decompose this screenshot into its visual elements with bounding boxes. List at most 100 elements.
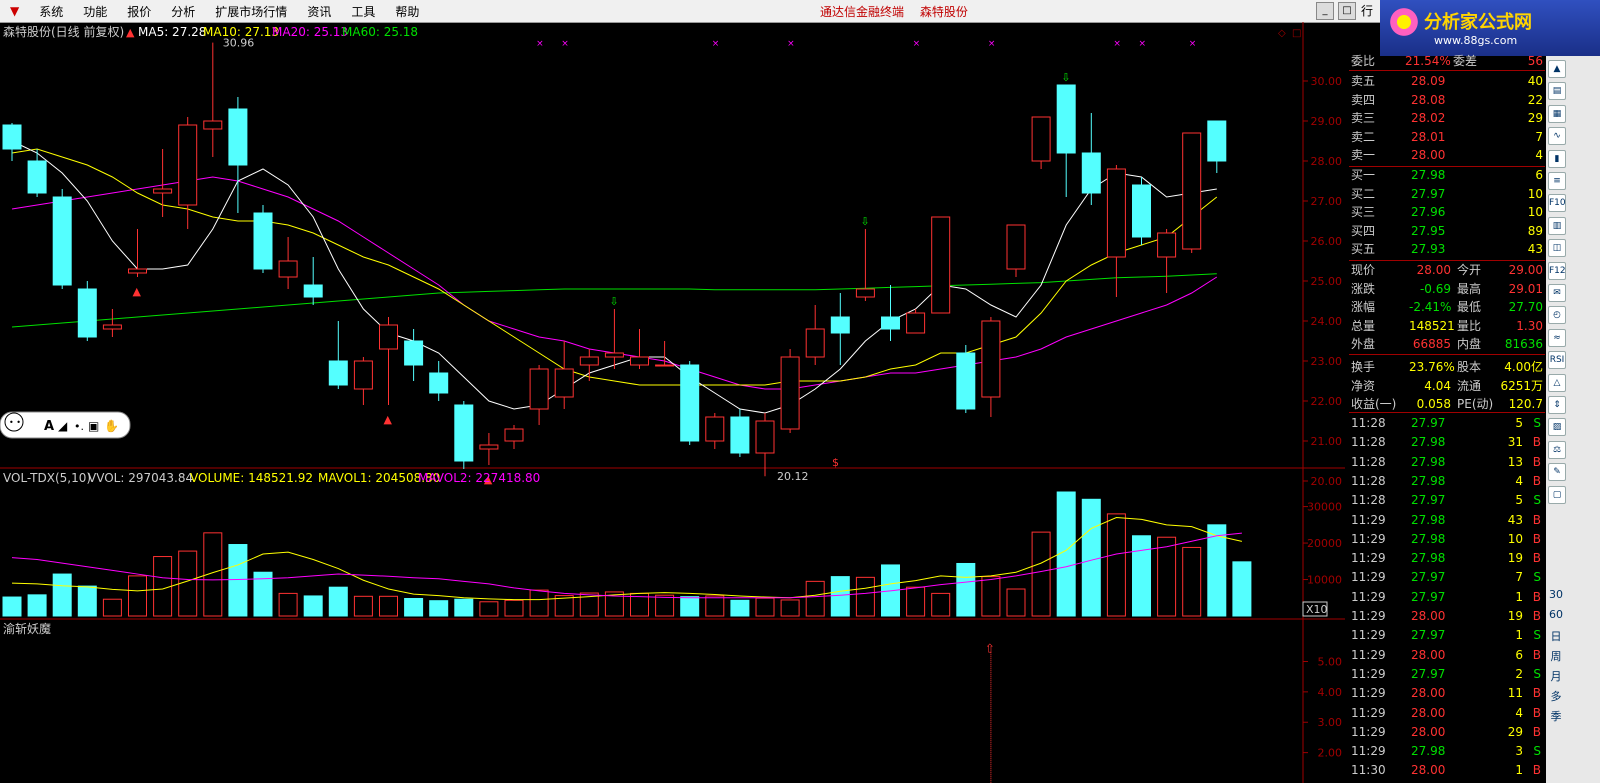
volume-bar [77, 585, 97, 617]
tick-time: 11:29 [1351, 647, 1386, 662]
volume-bar [379, 595, 398, 617]
candle-icon[interactable]: ▮ [1548, 149, 1566, 168]
f10-icon[interactable]: F10 [1548, 194, 1566, 213]
brush-tool-icon[interactable]: ◢ [58, 419, 68, 433]
window-icon[interactable]: ▢ [1548, 485, 1566, 504]
bid-volume: 10 [1527, 205, 1543, 220]
period-button[interactable]: 多 [1548, 688, 1564, 704]
bars-chart-icon[interactable]: ▨ [1548, 418, 1566, 437]
quote-divider [1349, 70, 1545, 71]
tick-side: S [1533, 628, 1541, 643]
up-down-icon[interactable]: ⇕ [1548, 396, 1566, 414]
tick-side: B [1532, 609, 1541, 623]
tick-side: B [1532, 473, 1541, 488]
tick-time: 11:28 [1351, 416, 1386, 430]
tick-volume: 1 [1515, 589, 1523, 604]
menu-item-tools[interactable]: 工具 [341, 3, 385, 20]
volume-bar [153, 556, 173, 617]
vvol-label: VVOL: 297043.84 [88, 471, 193, 485]
tick-price: 28.00 [1411, 647, 1446, 662]
tick-row: 11:29 27.98 43 B [1349, 511, 1545, 529]
window-title: 通达信金融终端 森特股份 [820, 3, 980, 20]
tick-side: B [1532, 551, 1541, 566]
wave-icon[interactable]: ≈ [1548, 328, 1566, 347]
period-button[interactable]: 30 [1548, 588, 1564, 601]
candle-body [1056, 84, 1076, 154]
period-button[interactable]: 月 [1548, 668, 1564, 684]
collapse-icon[interactable]: □ [1292, 28, 1301, 39]
dot-tool-icon[interactable]: •. [74, 420, 84, 433]
candle [805, 305, 825, 365]
x-marker-icon: × [787, 39, 795, 49]
scale-icon[interactable]: ⚖ [1548, 440, 1566, 459]
tick-price: 27.98 [1411, 454, 1446, 469]
price-tick-label: 28.00 [1311, 155, 1343, 168]
candle-body [830, 316, 850, 334]
line-chart-icon[interactable]: ∿ [1548, 127, 1566, 146]
list-icon[interactable]: ≡ [1548, 172, 1566, 190]
candle [77, 281, 97, 341]
maximize-icon[interactable]: □ [1338, 2, 1356, 20]
red-up-arrow-icon: ▲ [384, 413, 393, 426]
price-tick-label: 22.00 [1311, 395, 1343, 408]
volume-bar [906, 586, 926, 617]
menu-item-function[interactable]: 功能 [73, 3, 117, 20]
volume-bar [1006, 588, 1026, 617]
menu-item-help[interactable]: 帮助 [385, 3, 429, 20]
table-icon[interactable]: ▥ [1548, 216, 1566, 235]
kline-chart[interactable]: 森特股份(日线 前复权) ▲ MA5: 27.28 MA10: 27.13 MA… [0, 22, 1345, 783]
tool-icon[interactable]: ✎ [1548, 463, 1566, 482]
low-price-label: 20.12 [777, 470, 809, 483]
candle [680, 361, 700, 445]
tick-price: 28.00 [1411, 763, 1446, 778]
candle [379, 317, 398, 405]
menu-item-extended-market[interactable]: 扩展市场行情 [205, 3, 297, 20]
menu-item-quote[interactable]: 报价 [117, 3, 161, 20]
minimize-icon[interactable]: _ [1316, 2, 1334, 20]
tick-time: 11:29 [1351, 705, 1386, 720]
drawing-toolbar[interactable]: • • A ◢ •. ▣ ✋ [0, 411, 131, 439]
logo-title: 分析家公式网 [1424, 12, 1532, 33]
menu-item-analysis[interactable]: 分析 [161, 3, 205, 20]
tab-quote[interactable]: 行 [1356, 2, 1378, 20]
text-tool-icon[interactable]: A [44, 419, 54, 434]
candle [253, 205, 273, 273]
volume-bar [128, 575, 147, 617]
news-icon[interactable]: ✉ [1548, 284, 1566, 302]
tick-price: 27.98 [1411, 435, 1446, 450]
tri-icon[interactable]: △ [1548, 373, 1566, 392]
app-icon[interactable]: ▼ [0, 4, 29, 18]
candle [353, 357, 373, 405]
stat-value: 23.76% [1409, 360, 1455, 374]
f12-icon[interactable]: F12 [1548, 261, 1566, 280]
tick-row: 11:28 27.98 31 B [1349, 433, 1545, 451]
tick-side: B [1532, 589, 1541, 604]
grid-icon[interactable]: ▦ [1548, 104, 1566, 123]
candle [1132, 177, 1151, 245]
ask-volume: 22 [1527, 92, 1543, 107]
stat-row: 涨幅 -2.41% 最低 27.70 [1349, 298, 1545, 316]
period-button[interactable]: 60 [1548, 608, 1564, 621]
keyboard-icon[interactable]: ▣ [88, 419, 99, 433]
period-button[interactable]: 日 [1548, 628, 1564, 644]
arrow-up-icon[interactable]: ▲ [1548, 60, 1566, 78]
candle-body [454, 404, 474, 462]
diamond-icon[interactable]: ◇ [1278, 28, 1286, 39]
rsi-icon[interactable]: RSI [1548, 351, 1566, 370]
menu-item-news[interactable]: 资讯 [297, 3, 341, 20]
bars-icon[interactable]: ▤ [1548, 82, 1566, 101]
ask-row: 卖三 28.02 29 [1349, 109, 1545, 127]
menu-item-system[interactable]: 系统 [29, 3, 73, 20]
chart-icon[interactable]: ◫ [1548, 239, 1566, 258]
period-button[interactable]: 周 [1548, 648, 1564, 664]
candle-body [429, 372, 449, 394]
tick-volume: 4 [1515, 705, 1523, 720]
period-button[interactable]: 季 [1548, 708, 1564, 724]
tick-side: S [1533, 416, 1541, 430]
volume-bar [981, 576, 1001, 617]
hand-icon[interactable]: ✋ [104, 419, 119, 433]
bid-row: 买五 27.93 43 [1349, 240, 1545, 258]
tick-side: B [1532, 531, 1541, 546]
candle-body [604, 352, 624, 358]
clock-icon[interactable]: ◴ [1548, 306, 1566, 325]
